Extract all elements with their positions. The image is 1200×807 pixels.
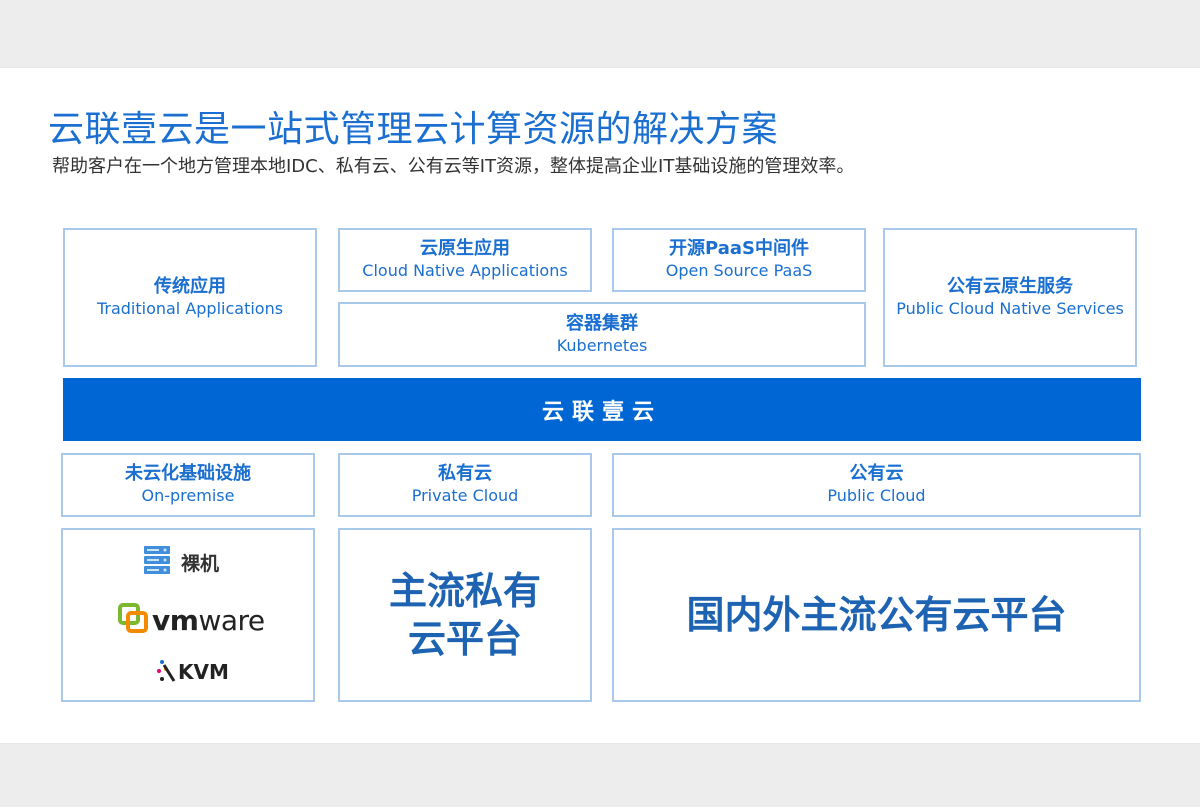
kvm-icon: [156, 657, 176, 687]
kvm-label: KVM: [178, 660, 229, 684]
cloud-native-zh: 云原生应用: [420, 238, 510, 259]
private-platforms-box: 主流私有 云平台: [338, 528, 592, 702]
on-premise-box: 未云化基础设施 On-premise: [61, 453, 315, 517]
public-cloud-box: 公有云 Public Cloud: [612, 453, 1141, 517]
open-source-paas-box: 开源PaaS中间件 Open Source PaaS: [612, 228, 866, 292]
private-cloud-box: 私有云 Private Cloud: [338, 453, 592, 517]
server-icon: [143, 545, 171, 579]
open-source-en: Open Source PaaS: [665, 261, 813, 280]
yunlian-band: 云联壹云: [63, 378, 1141, 441]
public-cloud-zh: 公有云: [849, 463, 904, 484]
baremetal-label: 裸机: [181, 552, 220, 575]
vmware-vm-text: vm: [152, 603, 199, 637]
kubernetes-zh: 容器集群: [566, 312, 638, 334]
open-source-zh: 开源PaaS中间件: [669, 238, 809, 259]
public-platforms-box: 国内外主流公有云平台: [612, 528, 1141, 702]
private-platforms-line2: 云平台: [407, 617, 522, 661]
private-cloud-en: Private Cloud: [411, 486, 519, 505]
private-platforms-line1: 主流私有: [388, 569, 541, 613]
private-cloud-zh: 私有云: [438, 463, 492, 484]
public-platforms-text: 国内外主流公有云平台: [686, 593, 1067, 637]
public-cloud-native-services-box: 公有云原生服务 Public Cloud Native Services: [883, 228, 1137, 367]
traditional-applications-box: 传统应用 Traditional Applications: [63, 228, 317, 367]
kubernetes-box: 容器集群 Kubernetes: [338, 302, 866, 367]
cloud-native-en: Cloud Native Applications: [362, 261, 568, 280]
page-title: 云联壹云是一站式管理云计算资源的解决方案: [48, 109, 779, 150]
cloud-native-applications-box: 云原生应用 Cloud Native Applications: [338, 228, 592, 292]
public-native-en: Public Cloud Native Services: [896, 298, 1124, 318]
on-premise-en: On-premise: [141, 486, 235, 505]
traditional-en: Traditional Applications: [96, 298, 284, 318]
on-premise-zh: 未云化基础设施: [125, 463, 251, 484]
public-cloud-en: Public Cloud: [827, 486, 926, 505]
baremetal-row: 裸机: [143, 545, 219, 579]
vmware-icon: [118, 603, 148, 637]
vmware-ware-text: ware: [198, 603, 265, 637]
vmware-logo: vmware: [118, 603, 265, 637]
public-native-zh: 公有云原生服务: [947, 275, 1073, 297]
kubernetes-en: Kubernetes: [556, 335, 648, 355]
kvm-logo: KVM: [156, 657, 229, 687]
page-subtitle: 帮助客户在一个地方管理本地IDC、私有云、公有云等IT资源，整体提高企业IT基础…: [52, 156, 855, 177]
traditional-zh: 传统应用: [154, 275, 226, 297]
